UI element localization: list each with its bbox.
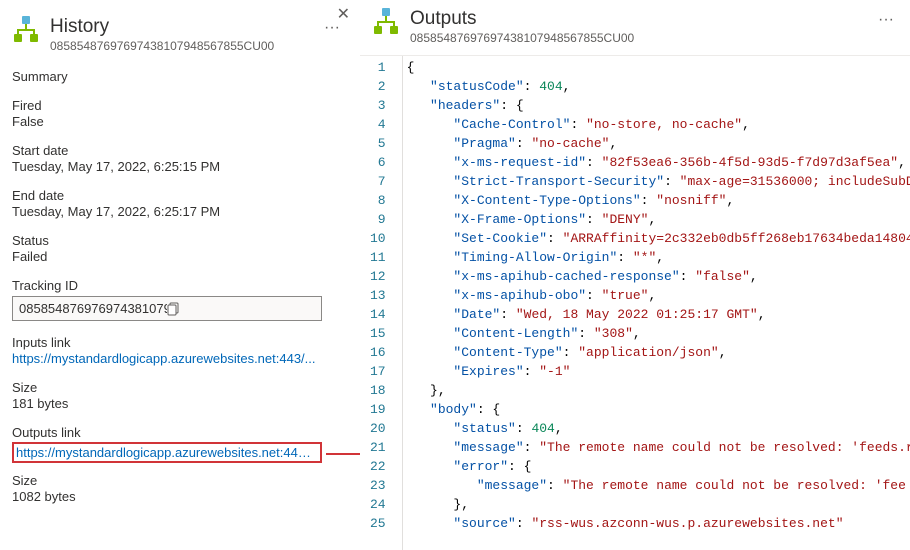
outputs-link[interactable]: https://mystandardlogicapp.azurewebsites… (16, 445, 318, 460)
history-panel: ✕ History 08585487697697438107948567855C… (0, 0, 360, 550)
outputs-header: Outputs 08585487697697438107948567855CU0… (360, 0, 910, 55)
end-date-label: End date (12, 188, 344, 203)
inputs-size-value: 181 bytes (12, 396, 344, 411)
more-icon[interactable]: ··· (874, 10, 898, 30)
history-run-id: 08585487697697438107948567855CU00 (50, 39, 310, 53)
inputs-link-label: Inputs link (12, 335, 344, 350)
status-label: Status (12, 233, 344, 248)
fired-value: False (12, 114, 344, 129)
tracking-id-field[interactable]: 08585487697697438107948567855CU00 (12, 296, 322, 321)
inputs-size-label: Size (12, 380, 344, 395)
summary-label: Summary (12, 69, 344, 84)
outputs-link-label: Outputs link (12, 425, 344, 440)
start-date-value: Tuesday, May 17, 2022, 6:25:15 PM (12, 159, 344, 174)
status-value: Failed (12, 249, 344, 264)
end-date-value: Tuesday, May 17, 2022, 6:25:17 PM (12, 204, 344, 219)
outputs-link-highlight: https://mystandardlogicapp.azurewebsites… (12, 442, 322, 463)
outputs-run-id: 08585487697697438107948567855CU00 (410, 31, 864, 45)
outputs-size-label: Size (12, 473, 344, 488)
fired-label: Fired (12, 98, 344, 113)
outputs-title: Outputs (410, 8, 864, 30)
line-gutter: 1234567891011121314151617181920212223242… (360, 56, 403, 550)
tracking-id-value: 08585487697697438107948567855CU00 (19, 301, 167, 316)
logic-app-icon (372, 8, 400, 39)
start-date-label: Start date (12, 143, 344, 158)
history-header: History 08585487697697438107948567855CU0… (12, 8, 344, 63)
code-area[interactable]: { "statusCode": 404, "headers": { "Cache… (403, 56, 910, 550)
arrow-icon (326, 445, 360, 463)
json-editor[interactable]: 1234567891011121314151617181920212223242… (360, 55, 910, 550)
logic-app-icon (12, 16, 40, 47)
copy-icon[interactable] (167, 302, 315, 316)
close-icon[interactable]: ✕ (337, 6, 350, 24)
tracking-id-label: Tracking ID (12, 278, 344, 293)
outputs-size-value: 1082 bytes (12, 489, 344, 504)
inputs-link[interactable]: https://mystandardlogicapp.azurewebsites… (12, 351, 344, 366)
outputs-panel: Outputs 08585487697697438107948567855CU0… (360, 0, 910, 550)
history-title: History (50, 16, 310, 38)
